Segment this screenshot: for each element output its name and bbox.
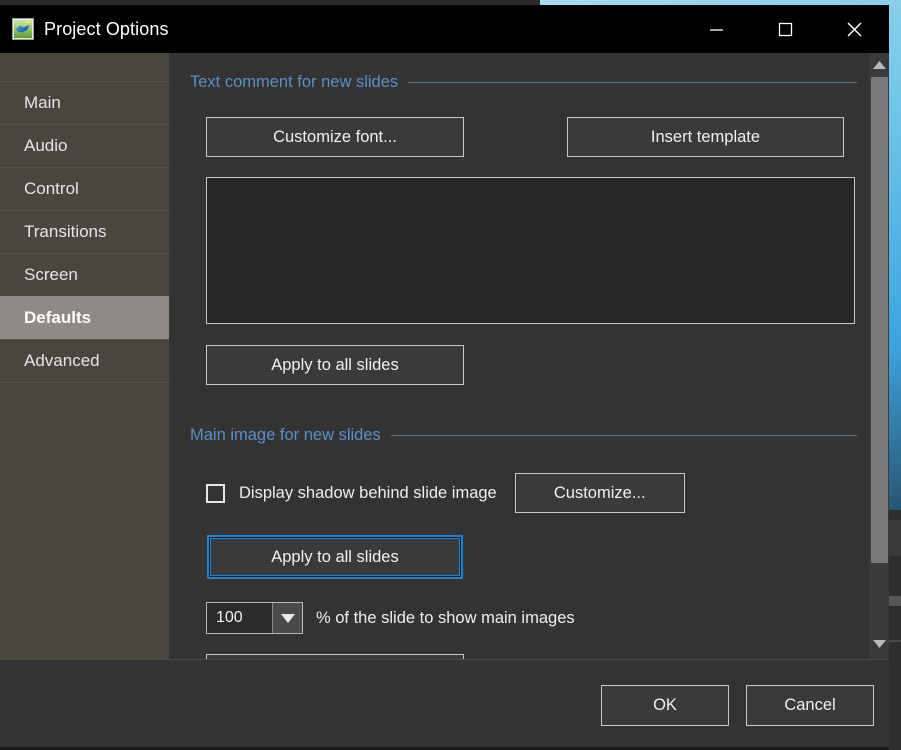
title-bar: Project Options	[0, 5, 889, 53]
settings-content: Text comment for new slides Customize fo…	[170, 53, 875, 659]
sidebar-item-main[interactable]: Main	[0, 81, 169, 125]
scrollbar-thumb[interactable]	[871, 77, 888, 563]
project-options-dialog: Project Options Main Audio Control Trans…	[0, 5, 889, 750]
shadow-option-row: Display shadow behind slide image Custom…	[190, 473, 857, 513]
group-rule	[390, 435, 857, 436]
desktop-edge-strip-b	[889, 596, 901, 606]
display-shadow-checkbox[interactable]: Display shadow behind slide image	[206, 483, 497, 503]
sidebar-item-label: Defaults	[24, 308, 92, 327]
group-header-main-image: Main image for new slides	[190, 426, 857, 445]
sidebar-item-label: Transitions	[24, 222, 107, 241]
insert-template-button[interactable]: Insert template	[567, 117, 844, 157]
apply-shadow-to-all-slides-button[interactable]: Apply to all slides	[207, 535, 463, 579]
percent-row: 100 % of the slide to show main images	[190, 602, 857, 634]
dialog-body: Main Audio Control Transitions Screen De…	[0, 53, 889, 659]
minimize-button[interactable]	[682, 5, 751, 53]
sidebar-item-label: Audio	[24, 136, 68, 155]
text-comment-button-row: Customize font... Insert template	[190, 117, 857, 157]
desktop-edge-strip-c	[889, 640, 901, 642]
chevron-down-icon[interactable]	[272, 603, 302, 633]
sidebar-item-label: Main	[24, 93, 61, 112]
button-label: Customize font...	[273, 127, 397, 146]
percent-combobox[interactable]: 100	[206, 602, 303, 634]
sidebar-item-control[interactable]: Control	[0, 167, 169, 211]
slideshow-image-icon	[12, 18, 34, 40]
dialog-footer: OK Cancel	[0, 659, 889, 750]
group-title: Main image for new slides	[190, 426, 381, 444]
customize-font-button[interactable]: Customize font...	[206, 117, 464, 157]
button-label: OK	[653, 695, 677, 714]
window-controls	[682, 5, 889, 53]
button-label: Cancel	[784, 695, 836, 714]
sidebar-item-screen[interactable]: Screen	[0, 253, 169, 297]
sidebar-item-audio[interactable]: Audio	[0, 124, 169, 168]
minimize-icon	[710, 28, 723, 31]
maximize-icon	[778, 22, 793, 36]
button-label: Apply to all slides	[271, 547, 399, 566]
scroll-up-icon	[872, 60, 886, 69]
ok-button[interactable]: OK	[601, 684, 729, 726]
percent-value: 100	[216, 609, 243, 626]
sidebar-item-advanced[interactable]: Advanced	[0, 339, 169, 383]
sidebar-item-defaults[interactable]: Defaults	[0, 296, 169, 340]
window-title: Project Options	[44, 18, 169, 39]
scroll-up-button[interactable]	[869, 55, 889, 74]
sidebar-item-label: Screen	[24, 265, 78, 284]
cancel-button[interactable]: Cancel	[746, 684, 874, 726]
sidebar-item-label: Advanced	[24, 351, 100, 370]
settings-scrollbar[interactable]	[869, 53, 889, 659]
close-icon	[847, 22, 862, 36]
settings-scroll-area: Text comment for new slides Customize fo…	[170, 53, 889, 659]
checkbox-box-icon	[206, 483, 225, 503]
button-label: Insert template	[650, 127, 761, 146]
comment-text-area[interactable]	[206, 177, 855, 324]
maximize-button[interactable]	[751, 5, 820, 53]
sidebar-top-spacer	[0, 53, 169, 82]
sidebar-item-label: Control	[24, 179, 79, 198]
apply-comment-to-all-slides-button[interactable]: Apply to all slides	[206, 345, 464, 385]
sidebar-nav: Main Audio Control Transitions Screen De…	[0, 53, 170, 659]
scroll-down-icon	[872, 639, 886, 648]
percent-label: % of the slide to show main images	[316, 608, 575, 627]
button-label: Apply to all slides	[271, 355, 399, 374]
group-title: Text comment for new slides	[190, 73, 399, 91]
apply-percent-to-all-slides-button[interactable]: Apply to all slides	[206, 654, 464, 659]
customize-shadow-button[interactable]: Customize...	[514, 473, 685, 513]
close-button[interactable]	[820, 5, 889, 53]
checkbox-label: Display shadow behind slide image	[239, 483, 497, 502]
group-rule	[408, 82, 857, 83]
group-header-text-comment: Text comment for new slides	[190, 73, 857, 92]
sidebar-item-transitions[interactable]: Transitions	[0, 210, 169, 254]
desktop-edge-strip-a	[889, 520, 901, 556]
scroll-down-button[interactable]	[869, 634, 889, 653]
button-label: Customize...	[553, 483, 646, 502]
